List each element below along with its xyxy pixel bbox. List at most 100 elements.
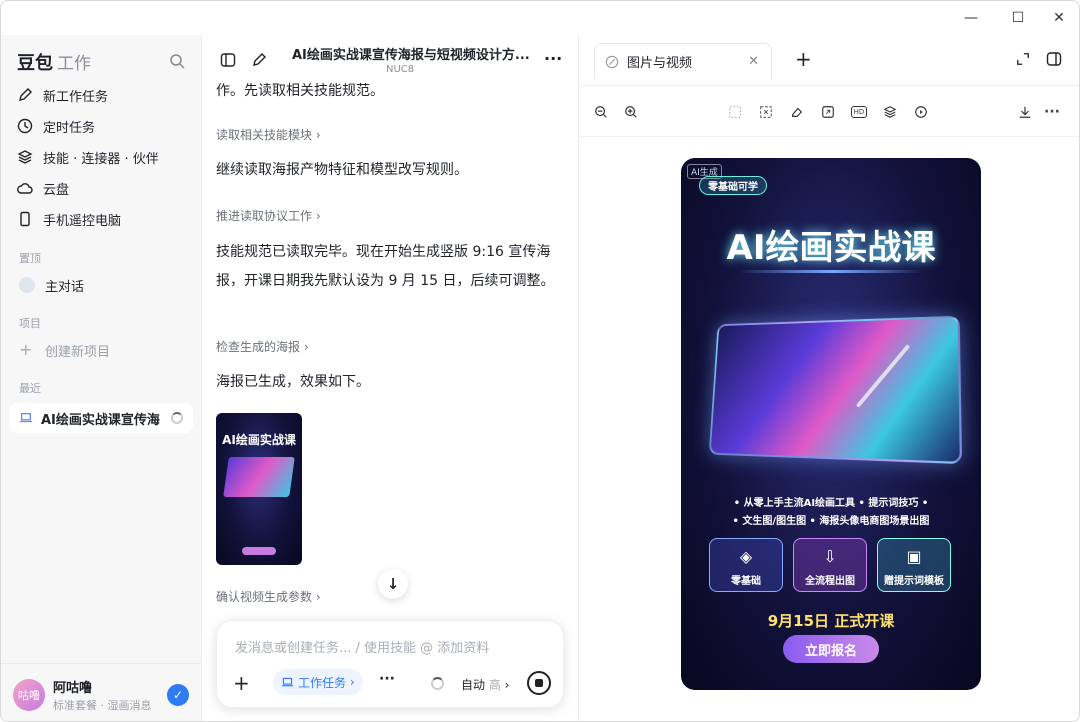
download-icon[interactable]: [1017, 104, 1033, 120]
maximize-button[interactable]: ☐: [1006, 7, 1030, 29]
sidebar-item-label: 新工作任务: [43, 89, 109, 105]
layers-icon: ◈: [739, 547, 753, 566]
device-label: NUC8: [386, 64, 415, 75]
mode-selector[interactable]: 自动 高 ›: [461, 676, 509, 693]
feature-card: ▣ 赠提示词模板: [877, 538, 951, 592]
template-icon: ▣: [906, 547, 922, 566]
crop-icon[interactable]: [758, 104, 774, 120]
resize-icon[interactable]: [820, 104, 836, 120]
create-project-button[interactable]: + 创建新项目: [19, 338, 110, 362]
loading-spinner-icon: [431, 677, 444, 690]
poster-tag: 零基础可学: [699, 176, 767, 195]
step-link[interactable]: 读取相关技能模块 ›: [216, 126, 321, 143]
new-tab-button[interactable]: +: [795, 49, 812, 69]
avatar: 咕噜: [13, 679, 45, 711]
sidebar-toggle-icon[interactable]: [220, 52, 236, 68]
phone-icon: [20, 211, 30, 227]
step-link[interactable]: 推进读取协议工作 ›: [216, 207, 321, 224]
section-projects: 项目: [19, 317, 41, 330]
tab-images-videos[interactable]: 图片与视频 ✕: [594, 43, 772, 79]
hd-icon[interactable]: HD: [851, 106, 867, 118]
laptop-icon: [281, 677, 294, 686]
title-underline: [739, 270, 923, 273]
layers-icon[interactable]: [882, 104, 898, 120]
message-text: 作。先读取相关技能规范。: [216, 83, 384, 99]
poster-title: AI绘画实战课: [726, 228, 936, 268]
sidebar-item-label: 创建新项目: [45, 344, 111, 360]
section-recent: 最近: [19, 382, 41, 395]
sidebar-item-new-task[interactable]: 新工作任务: [17, 83, 108, 107]
recent-item-label: AI绘画实战课宣传海: [41, 412, 160, 428]
search-icon[interactable]: [169, 53, 185, 73]
sidebar-item-label: 技能 · 连接器 · 伙伴: [43, 151, 159, 167]
more-icon[interactable]: ···: [1044, 104, 1060, 120]
scroll-down-button[interactable]: ↓: [378, 569, 408, 599]
poster-image: AI生成 零基础可学 AI绘画实战课 • 从零上手主流AI绘画工具 • 提示词技…: [681, 158, 981, 690]
image-icon: [605, 55, 619, 68]
chat-title[interactable]: AI绘画实战课宣传海报与短视频设计方...: [292, 44, 530, 63]
user-plan: 标准套餐 · 湿画消息: [53, 699, 152, 712]
cloud-icon: [17, 183, 33, 194]
more-options-icon[interactable]: ···: [379, 671, 395, 687]
add-button[interactable]: +: [233, 673, 250, 693]
video-icon[interactable]: [913, 104, 929, 120]
work-task-chip[interactable]: 工作任务 ›: [273, 669, 363, 695]
sidebar: 豆包 工作 新工作任务 定时任务 技能 · 连接器 · 伙伴 云盘 手机遥控电脑 …: [1, 35, 202, 721]
more-icon[interactable]: ···: [544, 49, 562, 68]
loading-spinner-icon: [171, 412, 183, 424]
close-button[interactable]: ✕: [1047, 7, 1071, 29]
minimize-button[interactable]: —: [959, 7, 983, 29]
zoom-out-icon[interactable]: [593, 104, 609, 120]
user-name: 阿咕噜: [53, 681, 93, 696]
sidebar-item-label: 定时任务: [43, 120, 96, 136]
message-text: 海报已生成，效果如下。: [216, 374, 370, 390]
new-chat-icon[interactable]: [251, 52, 267, 68]
download-icon: ⇩: [823, 547, 837, 566]
sidebar-item-main-chat[interactable]: 主对话: [19, 273, 84, 297]
step-link[interactable]: 确认视频生成参数 ›: [216, 588, 321, 605]
expand-icon[interactable]: [1016, 52, 1030, 66]
close-tab-icon[interactable]: ✕: [748, 54, 759, 69]
edit-icon: [19, 88, 32, 101]
layers-icon: [17, 150, 33, 164]
thumb-title: AI绘画实战课: [222, 433, 296, 447]
sidebar-item-cloud[interactable]: 云盘: [17, 176, 69, 200]
sidebar-item-label: 主对话: [45, 279, 85, 295]
sidebar-item-label: 手机遥控电脑: [43, 213, 122, 229]
message-text: 继续读取海报产物特征和模型改写规则。: [216, 162, 468, 178]
viewer-toolbar: HD ···: [580, 85, 1079, 137]
message-input[interactable]: 发消息或创建任务... / 使用技能 @ 添加资料: [235, 637, 489, 656]
feature-card: ◈ 零基础: [709, 538, 783, 592]
verified-icon: ✓: [167, 684, 189, 706]
user-panel[interactable]: 咕噜 阿咕噜 标准套餐 · 湿画消息 ✓: [1, 663, 202, 721]
feature-card: ⇩ 全流程出图: [793, 538, 867, 592]
poster-date: 9月15日 正式开课: [767, 612, 895, 630]
sidebar-item-label: 云盘: [43, 182, 70, 198]
sidebar-item-phone-control[interactable]: 手机遥控电脑: [17, 207, 121, 231]
step-link[interactable]: 检查生成的海报 ›: [216, 338, 309, 355]
select-area-icon[interactable]: [727, 104, 743, 120]
brand: 豆包 工作: [17, 53, 91, 74]
panel-toggle-icon[interactable]: [1046, 51, 1062, 67]
zoom-in-icon[interactable]: [623, 104, 639, 120]
chat-avatar-icon: [19, 277, 35, 293]
poster-thumbnail[interactable]: AI绘画实战课: [216, 413, 302, 565]
sidebar-item-skills[interactable]: 技能 · 连接器 · 伙伴: [17, 145, 159, 169]
message-text: 技能规范已读取完毕。现在开始生成竖版 9:16 宣传海报，开课日期我先默认设为 …: [216, 244, 555, 289]
poster-bullet: • 文生图/图生图 • 海报头像电商图场景出图: [732, 516, 930, 527]
section-pinned: 置顶: [19, 252, 41, 265]
media-viewer: 图片与视频 ✕ + HD ··· AI生成 零基础可学 AI绘画实战课 • 从零…: [580, 35, 1079, 721]
eraser-icon[interactable]: [789, 104, 805, 120]
chat-panel: AI绘画实战课宣传海报与短视频设计方... NUC8 ··· 作。先读取相关技能…: [202, 35, 579, 721]
stop-button[interactable]: [527, 671, 551, 695]
laptop-icon: [19, 413, 33, 423]
poster-cta: 立即报名: [783, 635, 879, 663]
app-window: — ☐ ✕ 豆包 工作 新工作任务 定时任务 技能 · 连接器 · 伙伴 云盘 手…: [0, 0, 1080, 722]
clock-icon: [17, 118, 33, 134]
title-bar: — ☐ ✕: [1, 1, 1079, 35]
recent-item-active[interactable]: AI绘画实战课宣传海: [9, 403, 193, 433]
thumb-artwork: [223, 457, 295, 497]
poster-bullet: • 从零上手主流AI绘画工具 • 提示词技巧 •: [733, 498, 929, 509]
sidebar-item-scheduled[interactable]: 定时任务: [17, 114, 95, 138]
message-composer: 发消息或创建任务... / 使用技能 @ 添加资料 + 工作任务 › ··· 自…: [216, 620, 564, 708]
